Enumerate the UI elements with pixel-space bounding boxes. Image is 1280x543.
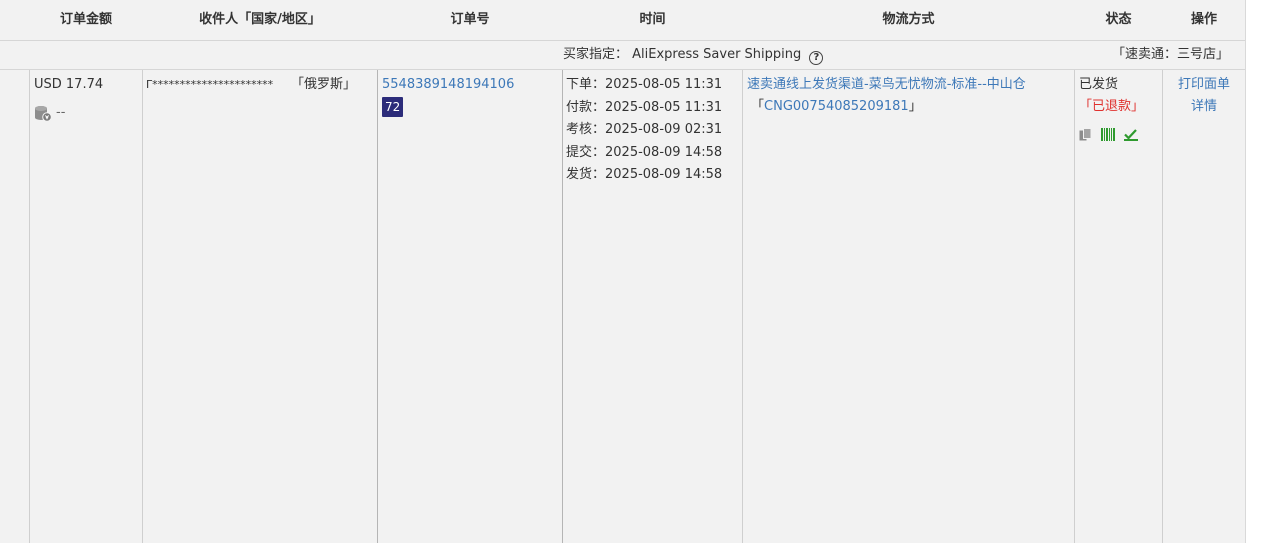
- tracking-number-link[interactable]: CNG00754085209181: [764, 99, 909, 114]
- check-sign-icon[interactable]: [1124, 128, 1138, 141]
- buyer-shipping-value: AliExpress Saver Shipping: [632, 47, 802, 62]
- amount-cell: USD 17.74 --: [34, 74, 103, 124]
- order-number-link[interactable]: 5548389148194106: [382, 77, 514, 92]
- time-row: 提交：2025-08-09 14:58: [566, 142, 722, 165]
- tracking-bracket-open: 「: [751, 99, 765, 114]
- barcode-icon[interactable]: [1101, 128, 1115, 141]
- order-no-cell: 5548389148194106 72: [382, 74, 514, 117]
- store-name: 「速卖通：三号店」: [1111, 47, 1229, 62]
- status-icons: [1079, 128, 1144, 141]
- column-divider: [377, 70, 378, 543]
- column-divider: [1074, 70, 1075, 543]
- buyer-shipping: 买家指定： AliExpress Saver Shipping ?: [563, 41, 824, 69]
- time-label: 付款：: [566, 99, 606, 115]
- recipient-name: Γ**********************: [146, 78, 274, 91]
- header-amount: 订单金额: [59, 12, 112, 27]
- status-cell: 已发货 「已退款」: [1079, 74, 1144, 141]
- header-time: 时间: [639, 12, 666, 27]
- time-value: 2025-08-05 11:31: [605, 99, 723, 115]
- header-status: 状态: [1105, 12, 1132, 27]
- time-label: 发货：: [566, 167, 606, 183]
- status-shipped: 已发货: [1079, 77, 1119, 92]
- status-refunded: 「已退款」: [1079, 99, 1145, 114]
- order-meta-row: 买家指定： AliExpress Saver Shipping ? 「速卖通：三…: [0, 41, 1245, 70]
- recipient-cell: Γ********************** 「俄罗斯」: [146, 74, 374, 96]
- tracking-bracket-close: 」: [908, 99, 922, 114]
- detail-link[interactable]: 详情: [1191, 99, 1217, 114]
- logistics-cell: 速卖通线上发货渠道-菜鸟无忧物流-标准--中山仓 「CNG00754085209…: [747, 74, 1026, 118]
- column-divider: [742, 70, 743, 543]
- time-label: 提交：: [566, 144, 606, 160]
- time-label: 考核：: [566, 122, 606, 138]
- time-row: 发货：2025-08-09 14:58: [566, 164, 722, 187]
- time-row: 下单：2025-08-05 11:31: [566, 74, 722, 97]
- column-divider: [1162, 70, 1163, 543]
- coin-stack-icon: [35, 105, 52, 122]
- header-logistics: 物流方式: [882, 12, 935, 27]
- column-divider: [562, 70, 563, 543]
- order-badge: 72: [382, 97, 404, 117]
- actions-cell: 打印面单 详情: [1163, 74, 1245, 118]
- header-order-no: 订单号: [450, 12, 490, 27]
- copy-icon[interactable]: [1079, 128, 1092, 141]
- print-label-link[interactable]: 打印面单: [1178, 77, 1230, 92]
- buyer-shipping-label: 买家指定：: [563, 47, 629, 62]
- amount-sub: --: [34, 102, 103, 124]
- column-divider: [142, 70, 143, 543]
- column-divider: [29, 70, 30, 543]
- time-row: 考核：2025-08-09 02:31: [566, 119, 722, 142]
- recipient-country: 「俄罗斯」: [291, 77, 357, 92]
- amount-sub-value: --: [56, 105, 66, 120]
- table-header: 订单金额 收件人「国家/地区」 订单号 时间 物流方式 状态 操作: [0, 0, 1245, 41]
- order-table: 订单金额 收件人「国家/地区」 订单号 时间 物流方式 状态 操作 买家指定： …: [0, 0, 1246, 543]
- help-icon[interactable]: ?: [809, 51, 824, 65]
- time-value: 2025-08-09 02:31: [605, 122, 723, 138]
- time-value: 2025-08-09 14:58: [605, 167, 723, 183]
- time-row: 付款：2025-08-05 11:31: [566, 97, 722, 120]
- recipient-line: Γ********************** 「俄罗斯」: [146, 74, 374, 96]
- logistics-channel-link[interactable]: 速卖通线上发货渠道-菜鸟无忧物流-标准--中山仓: [747, 77, 1026, 92]
- time-value: 2025-08-09 14:58: [605, 144, 723, 160]
- header-recipient: 收件人「国家/地区」: [199, 12, 321, 27]
- time-cell: 下单：2025-08-05 11:31 付款：2025-08-05 11:31 …: [566, 74, 722, 187]
- header-actions: 操作: [1190, 12, 1217, 27]
- time-label: 下单：: [566, 77, 606, 92]
- order-amount: USD 17.74: [34, 77, 104, 92]
- time-value: 2025-08-05 11:31: [605, 77, 723, 92]
